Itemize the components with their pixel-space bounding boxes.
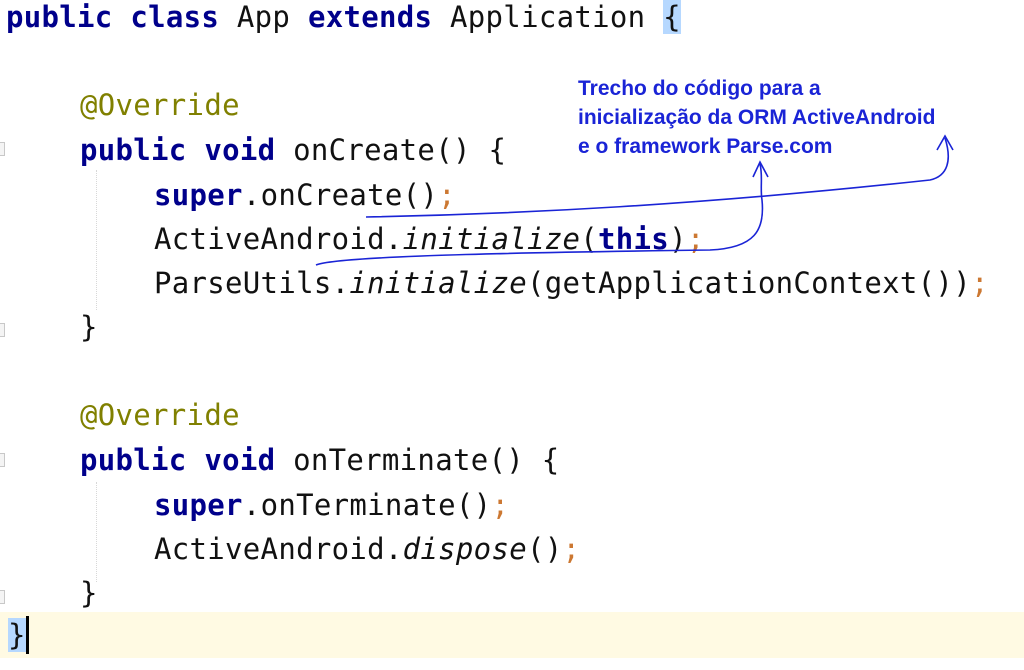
- parseutils-class: ParseUtils.: [154, 266, 350, 300]
- code-line-activeandroid-initialize[interactable]: ActiveAndroid.initialize(this);: [154, 222, 705, 256]
- code-line-parseutils-initialize[interactable]: ParseUtils.initialize(getApplicationCont…: [154, 266, 989, 300]
- semicolon: ;: [438, 178, 456, 212]
- code-line-onterminate-close[interactable]: }: [80, 576, 98, 610]
- initialize-method: initialize: [402, 222, 581, 256]
- annotation-note-line-1: Trecho do código para a: [578, 77, 821, 100]
- class-close-brace: }: [8, 618, 26, 652]
- code-line-override-annotation[interactable]: @Override: [80, 398, 240, 432]
- semicolon: ;: [970, 266, 989, 300]
- code-line-super-oncreate[interactable]: super.onCreate();: [154, 178, 456, 212]
- code-line-override-annotation[interactable]: @Override: [80, 88, 240, 122]
- activeandroid-class: ActiveAndroid.: [154, 532, 403, 566]
- keyword-public-void: public void: [80, 443, 276, 477]
- code-line-oncreate-close[interactable]: }: [80, 310, 98, 344]
- annotation-note: Trecho do código para a inicialização da…: [578, 74, 1018, 161]
- close-brace: }: [80, 310, 98, 344]
- code-line-class-close[interactable]: }: [8, 618, 26, 652]
- code-line-onterminate-signature[interactable]: public void onTerminate() {: [80, 443, 560, 477]
- fold-marker-icon[interactable]: [0, 453, 5, 467]
- fold-marker-icon[interactable]: [0, 323, 5, 337]
- dispose-method: dispose: [402, 532, 527, 566]
- code-line-activeandroid-dispose[interactable]: ActiveAndroid.dispose();: [154, 532, 580, 566]
- activeandroid-class: ActiveAndroid.: [154, 222, 403, 256]
- code-line-class-declaration[interactable]: public class App extends Application {: [6, 0, 681, 34]
- open-paren: (: [580, 222, 599, 256]
- keyword-public-class: public class: [6, 0, 220, 34]
- super-oncreate-call: .onCreate(): [242, 178, 439, 212]
- method-signature-oncreate: onCreate() {: [275, 133, 507, 167]
- parseutils-args: (getApplicationContext()): [526, 266, 971, 300]
- dispose-args: (): [526, 532, 563, 566]
- indent-guide: [96, 170, 97, 310]
- keyword-public-void: public void: [80, 133, 276, 167]
- class-open-brace: {: [663, 0, 681, 34]
- fold-marker-icon[interactable]: [0, 142, 5, 156]
- override-annotation: @Override: [80, 398, 240, 432]
- keyword-extends: extends: [307, 0, 433, 34]
- annotation-note-line-3: e o framework Parse.com: [578, 135, 833, 158]
- class-name: App: [219, 0, 308, 34]
- keyword-super: super: [154, 488, 243, 522]
- override-annotation: @Override: [80, 88, 240, 122]
- fold-marker-icon[interactable]: [0, 590, 5, 604]
- close-brace: }: [80, 576, 98, 610]
- initialize-method: initialize: [349, 266, 527, 300]
- indent-guide: [96, 482, 97, 582]
- code-editor-screenshot: public class App extends Application { @…: [0, 0, 1024, 670]
- keyword-this: this: [598, 222, 670, 256]
- arrowhead-parse-icon: [752, 160, 769, 178]
- method-signature-onterminate: onTerminate() {: [275, 443, 560, 477]
- annotation-note-line-2: inicialização da ORM ActiveAndroid: [578, 106, 936, 129]
- semicolon: ;: [686, 222, 705, 256]
- code-line-oncreate-signature[interactable]: public void onCreate() {: [80, 133, 506, 167]
- semicolon: ;: [491, 488, 510, 522]
- text-caret: [26, 616, 29, 654]
- close-paren: ): [669, 222, 687, 256]
- code-line-super-onterminate[interactable]: super.onTerminate();: [154, 488, 509, 522]
- semicolon: ;: [562, 532, 581, 566]
- super-onterminate-call: .onTerminate(): [242, 488, 492, 522]
- superclass-name: Application: [432, 0, 664, 34]
- keyword-super: super: [154, 178, 243, 212]
- current-line-highlight: [0, 612, 1024, 658]
